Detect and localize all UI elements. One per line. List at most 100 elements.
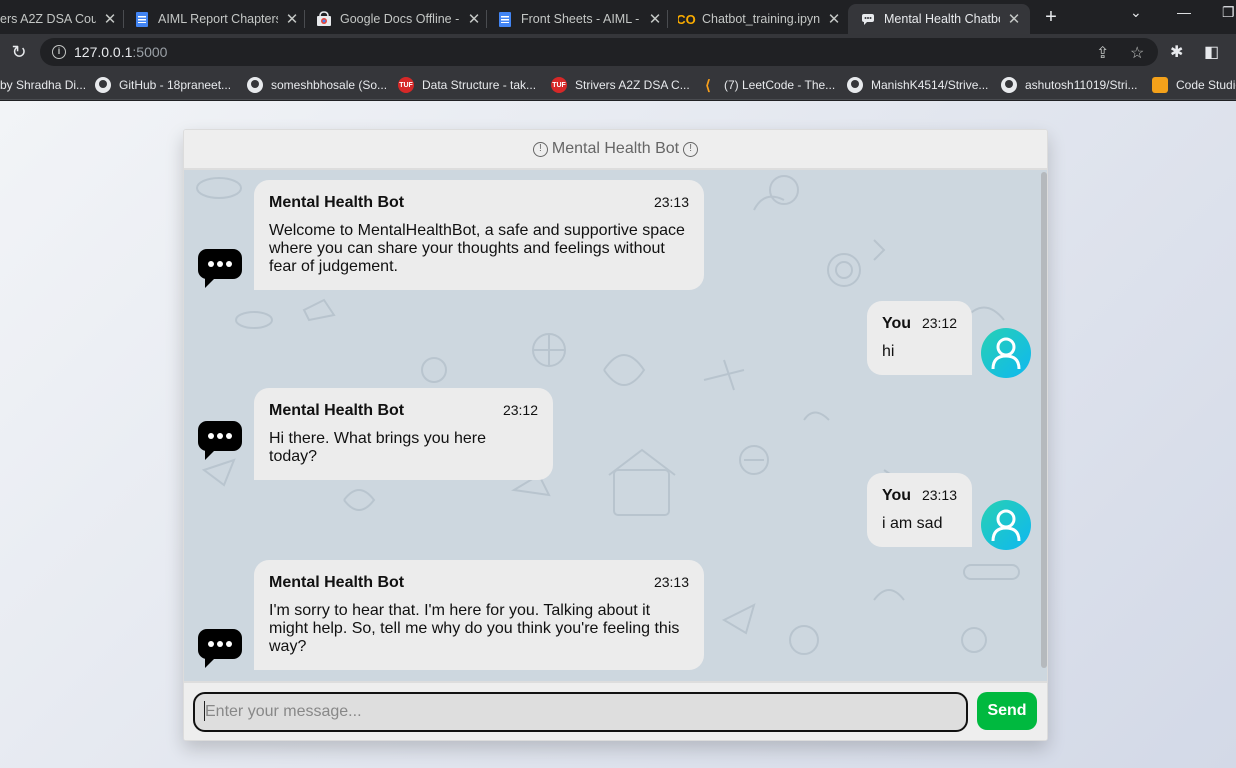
message-time: 23:12 [502,402,538,418]
site-info-icon[interactable]: i [52,45,66,59]
message-info: You 23:13 [882,487,957,505]
close-icon[interactable]: ✕ [1006,10,1022,28]
bookmark-label: ManishK4514/Strive... [871,78,989,92]
github-icon [1001,77,1017,93]
github-icon [95,77,111,93]
bot-message: Mental Health Bot 23:12 Hi there. What b… [254,388,553,480]
bookmark-label: GitHub - 18praneet... [119,78,232,92]
minimize-icon[interactable]: — [1177,4,1191,20]
bookmark-label: someshbhosale (So... [271,78,388,92]
google-docs-icon [134,11,150,27]
user-message: You 23:12 hi [867,301,972,375]
github-icon [247,77,263,93]
tab-title: Mental Health Chatbot [884,12,1000,26]
message-sender: Mental Health Bot [269,402,405,419]
tab-title: Chatbot_training.ipynb [702,12,820,26]
new-tab-button[interactable]: + [1040,6,1062,28]
tuf-icon: TUF [551,77,567,93]
message-text: Welcome to MentalHealthBot, a safe and s… [269,222,685,275]
bookmark-item[interactable]: someshbhosale (So... [247,76,387,94]
close-icon[interactable]: ✕ [466,10,482,28]
send-button[interactable]: Send [977,692,1037,730]
bot-message: Mental Health Bot 23:13 I'm sorry to hea… [254,560,704,670]
tab-strivers[interactable]: ers A2Z DSA Cour ✕ [0,4,118,34]
bookmark-item[interactable]: ashutosh11019/Stri... [1001,76,1138,94]
tab-google-docs-offline[interactable]: Google Docs Offline - ✕ [316,4,482,34]
bot-message: Mental Health Bot 23:13 Welcome to Menta… [254,180,704,290]
message-time: 23:13 [653,574,689,590]
page-background: ! Mental Health Bot ! Mental Health Bot … [0,101,1236,768]
tab-chatbot-training[interactable]: CO Chatbot_training.ipynb ✕ [678,4,842,34]
user-avatar-icon [981,328,1031,378]
bot-chat-icon [198,421,242,460]
message-text: Hi there. What brings you here today? [269,430,486,465]
close-icon[interactable]: ✕ [826,10,842,28]
message-sender: Mental Health Bot [269,194,405,211]
bookmark-label: Code Studio [1176,78,1236,92]
info-icon: ! [532,141,548,157]
restore-icon[interactable]: ❐ [1222,4,1235,21]
tab-title: AIML Report Chapters [158,12,278,26]
message-scrollbar[interactable] [1041,172,1047,668]
leetcode-icon: ⟨ [705,76,711,93]
message-info: Mental Health Bot 23:13 [269,574,689,592]
message-list[interactable]: Mental Health Bot 23:13 Welcome to Menta… [184,170,1047,681]
bookmark-item[interactable]: by Shradha Di... [0,76,86,94]
bookmark-item[interactable]: TUF Strivers A2Z DSA C... [551,76,690,94]
message-text: hi [882,343,895,360]
tab-title: Front Sheets - AIML - [521,12,640,26]
message-time: 23:12 [921,315,957,331]
chat-title: Mental Health Bot [551,140,680,157]
close-icon[interactable]: ✕ [647,10,663,28]
message-sender: Mental Health Bot [269,574,405,591]
bookmark-label: by Shradha Di... [0,78,87,92]
message-time: 23:13 [921,487,957,503]
info-icon: ! [683,141,699,157]
chat-window: ! Mental Health Bot ! Mental Health Bot … [183,129,1048,741]
bookmark-label: Strivers A2Z DSA C... [575,78,690,92]
message-time: 23:13 [653,194,689,210]
chat-header: ! Mental Health Bot ! [184,130,1047,170]
bookmark-label: (7) LeetCode - The... [724,78,836,92]
message-input[interactable] [193,692,968,732]
share-icon[interactable]: ⇪ [1096,43,1109,63]
message-text: I'm sorry to hear that. I'm here for you… [269,602,680,655]
side-panel-icon[interactable]: ◧ [1204,42,1219,62]
bookmark-item[interactable]: TUF Data Structure - tak... [398,76,536,94]
message-sender: You [882,315,912,332]
bookmark-item[interactable]: ⟨ (7) LeetCode - The... [700,76,835,94]
tab-title: Google Docs Offline - [340,12,460,26]
message-sender: You [882,487,912,504]
bookmark-star-icon[interactable]: ☆ [1130,43,1144,63]
tuf-icon: TUF [398,77,414,93]
bookmark-item[interactable]: GitHub - 18praneet... [95,76,231,94]
bookmark-item[interactable]: Code Studio [1152,76,1236,94]
text-caret [204,701,205,721]
close-icon[interactable]: ✕ [284,10,300,28]
extensions-icon[interactable]: ✱ [1170,42,1183,62]
message-text: i am sad [882,515,943,532]
user-message: You 23:13 i am sad [867,473,972,547]
url-port: :5000 [132,44,168,60]
colab-icon: CO [678,11,696,27]
address-bar[interactable]: i 127.0.0.1:5000 ⇪ ☆ [40,38,1158,66]
tab-front-sheets[interactable]: Front Sheets - AIML - ✕ [497,4,663,34]
message-info: Mental Health Bot 23:13 [269,194,689,212]
url-text[interactable]: 127.0.0.1:5000 [74,44,167,60]
url-host: 127.0.0.1 [74,44,133,60]
reload-icon[interactable]: ↻ [8,41,30,63]
close-icon[interactable]: ✕ [102,10,118,28]
browser-tab-strip: ers A2Z DSA Cour ✕ AIML Report Chapters … [0,0,1236,34]
bot-chat-icon [198,629,242,668]
tab-aiml-report[interactable]: AIML Report Chapters ✕ [134,4,300,34]
tab-mental-health-chatbot[interactable]: Mental Health Chatbot ✕ [848,4,1030,34]
user-avatar-icon [981,500,1031,550]
code-studio-icon [1152,77,1168,93]
bookmarks-bar: by Shradha Di... GitHub - 18praneet... s… [0,70,1236,100]
bookmark-item[interactable]: ManishK4514/Strive... [847,76,988,94]
chat-bubble-icon [860,11,876,27]
message-info: Mental Health Bot 23:12 [269,402,538,420]
tab-search-icon[interactable]: ⌄ [1130,4,1142,21]
google-docs-icon [497,11,513,27]
bookmark-label: Data Structure - tak... [422,78,537,92]
